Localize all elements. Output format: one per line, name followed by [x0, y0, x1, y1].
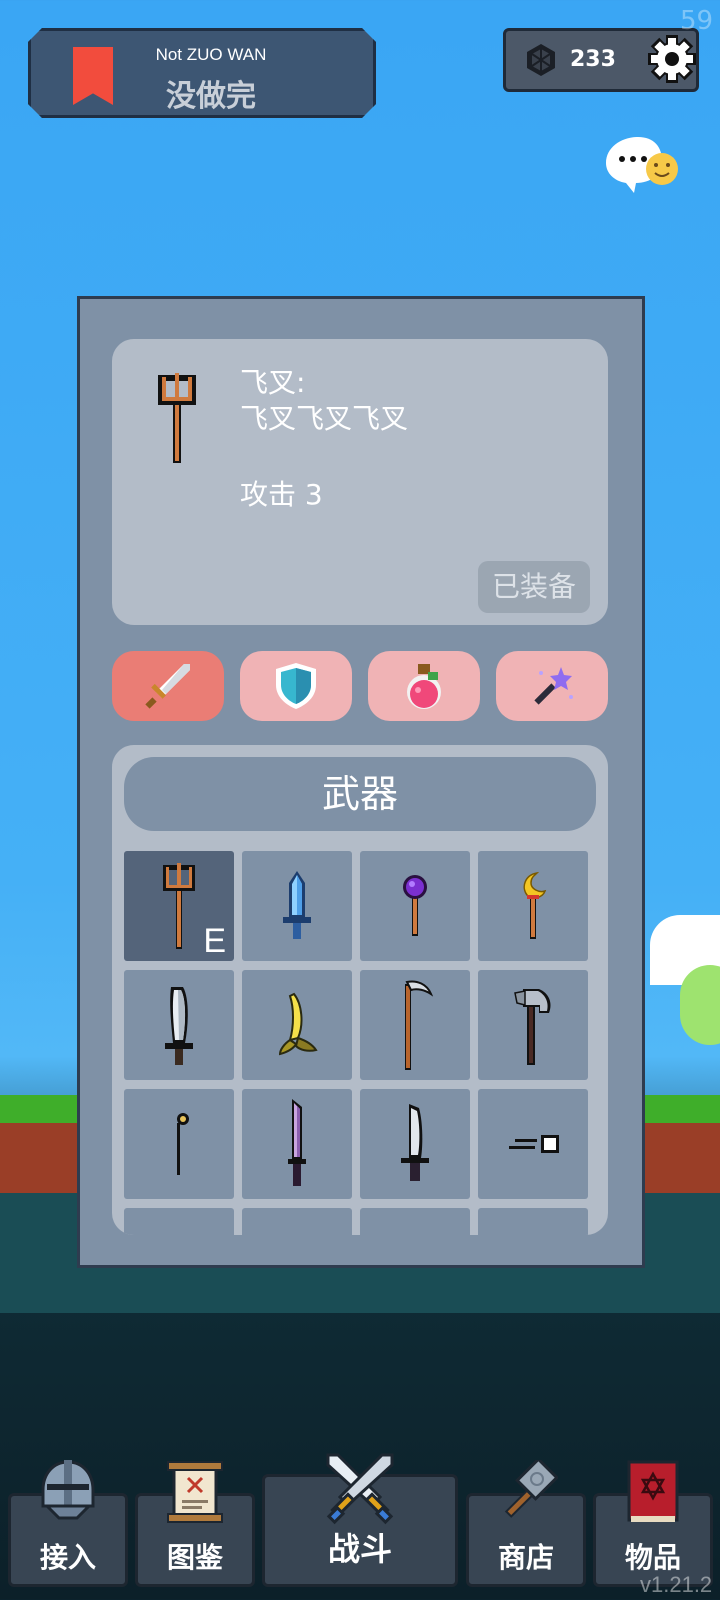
- category-magic-tab[interactable]: [496, 651, 608, 721]
- inventory-slot-2[interactable]: [242, 851, 352, 961]
- inventory-slot-5[interactable]: [124, 970, 234, 1080]
- inventory-slot-8[interactable]: [478, 970, 588, 1080]
- axe-icon: [514, 989, 551, 1065]
- item-detail: 飞叉: 飞叉飞叉飞叉 攻击 3 已装备: [112, 339, 608, 625]
- inventory-slot-13[interactable]: [124, 1208, 234, 1235]
- bookmark-icon: [73, 47, 113, 105]
- nav-label: 物品: [624, 1541, 681, 1574]
- dart-icon: [509, 1135, 559, 1153]
- title-en: Not ZUO WAN: [155, 45, 267, 64]
- item-name: 飞叉:: [240, 366, 306, 399]
- inventory-slot-4[interactable]: [478, 851, 588, 961]
- cleaver-icon: [165, 987, 193, 1065]
- currency-box: 233: [503, 28, 699, 92]
- inventory-title: 武器: [124, 757, 596, 831]
- gear-icon[interactable]: [646, 33, 698, 85]
- equipment-panel: 飞叉: 飞叉飞叉飞叉 攻击 3 已装备 武器 E: [77, 296, 645, 1268]
- crescent-staff-icon: [523, 871, 547, 939]
- inventory-slot-6[interactable]: [242, 970, 352, 1080]
- knight-helmet-icon: [41, 1460, 95, 1520]
- item-attack: 攻击 3: [240, 478, 323, 511]
- scroll-icon: [167, 1461, 223, 1523]
- potion-icon: [407, 664, 441, 709]
- nav-shop-tab[interactable]: 商店: [466, 1460, 586, 1587]
- trident-icon: [158, 373, 196, 463]
- shield-icon: [276, 663, 316, 709]
- title-card[interactable]: Not ZUO WAN 没做完: [28, 28, 376, 118]
- scythe-icon: [405, 980, 434, 1070]
- item-description: 飞叉飞叉飞叉: [240, 402, 409, 435]
- inventory-slot-15[interactable]: [360, 1208, 470, 1235]
- equipped-badge: E: [203, 922, 226, 960]
- trident-icon: [163, 863, 195, 949]
- inventory-slot-9[interactable]: [124, 1089, 234, 1199]
- currency-count: 233: [570, 47, 616, 72]
- sword-icon: [145, 664, 190, 709]
- hammer-icon: [504, 1460, 558, 1518]
- nav-label: 图鉴: [166, 1541, 223, 1574]
- inventory-slot-10[interactable]: [242, 1089, 352, 1199]
- category-armor-tab[interactable]: [240, 651, 352, 721]
- equipped-button[interactable]: 已装备: [478, 561, 590, 613]
- nav-label: 战斗: [327, 1530, 392, 1568]
- hexagon-gem-icon: [527, 44, 555, 76]
- tree: [680, 965, 720, 1045]
- version-label: v1.21.2: [640, 1572, 713, 1597]
- banana-icon: [278, 992, 318, 1056]
- fps-counter: 59: [680, 6, 714, 36]
- spellbook-icon: [627, 1460, 679, 1522]
- title-cn: 没做完: [166, 79, 256, 114]
- chat-bubble-emoji-icon[interactable]: [600, 135, 680, 195]
- inventory-slot-7[interactable]: [360, 970, 470, 1080]
- magic-wand-icon: [534, 667, 573, 705]
- inventory-grid: 武器 E: [112, 745, 608, 1235]
- category-weapons-tab[interactable]: [112, 651, 224, 721]
- inventory-slot-3[interactable]: [360, 851, 470, 961]
- nav-label: 商店: [497, 1541, 554, 1574]
- inventory-slot-14[interactable]: [242, 1208, 352, 1235]
- nav-codex-tab[interactable]: 图鉴: [135, 1461, 255, 1587]
- inventory-slot-12[interactable]: [478, 1089, 588, 1199]
- inventory-slot-11[interactable]: [360, 1089, 470, 1199]
- nav-label: 接入: [39, 1541, 96, 1574]
- purple-orb-staff-icon: [403, 875, 427, 936]
- thin-wand-icon: [177, 1113, 189, 1175]
- inventory-slot-16[interactable]: [478, 1208, 588, 1235]
- purple-sword-icon: [288, 1099, 306, 1186]
- inventory-slot-1[interactable]: E: [124, 851, 234, 961]
- nav-battle-tab[interactable]: 战斗: [262, 1453, 458, 1587]
- nav-connect-tab[interactable]: 接入: [8, 1460, 128, 1587]
- long-knife-icon: [401, 1104, 429, 1181]
- ice-sword-icon: [283, 871, 311, 939]
- category-potion-tab[interactable]: [368, 651, 480, 721]
- crossed-swords-icon: [326, 1453, 394, 1525]
